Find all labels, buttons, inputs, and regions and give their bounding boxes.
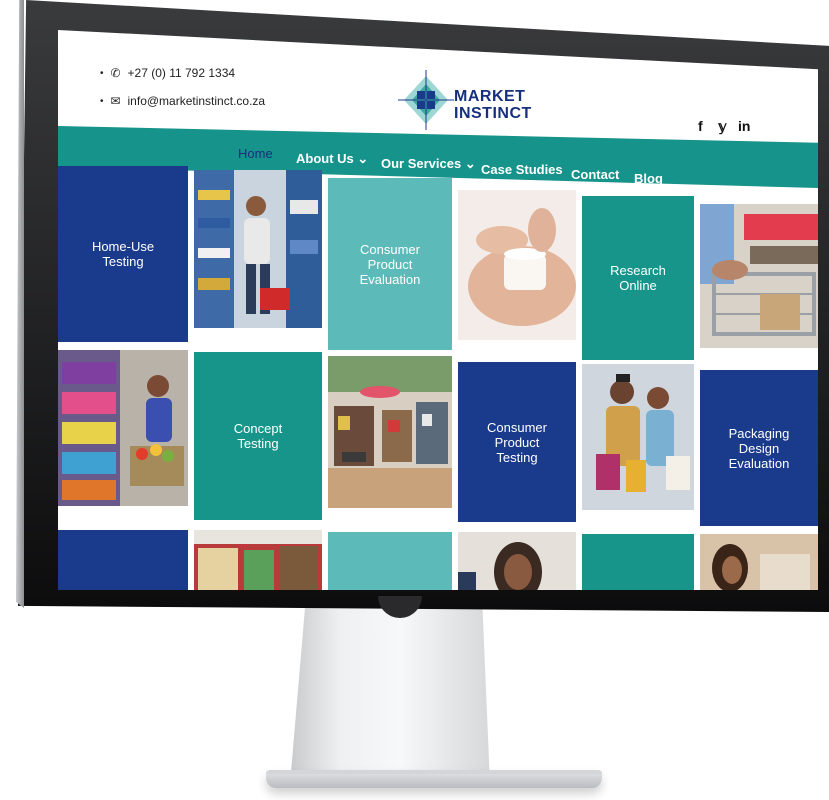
nav-contact[interactable]: Contact <box>571 167 619 182</box>
monitor-stand-neck <box>290 596 490 784</box>
email-address[interactable]: info@marketinstinct.co.za <box>128 94 266 108</box>
tile-research-online[interactable]: Research Online <box>582 196 694 360</box>
phone-contact[interactable]: • ✆ +27 (0) 11 792 1334 <box>100 66 235 80</box>
facebook-icon[interactable]: f <box>698 118 703 134</box>
tile-label: Home-Use Testing <box>91 239 155 269</box>
phone-icon: ✆ <box>110 66 121 80</box>
phone-number[interactable]: +27 (0) 11 792 1334 <box>128 66 236 80</box>
tile-row3-navy[interactable] <box>58 530 188 590</box>
photo-smiling-woman <box>458 532 576 590</box>
tile-label: Concept Testing <box>233 421 283 451</box>
nav-about-us[interactable]: About Us ⌄ <box>296 151 368 167</box>
website-screen: • ✆ +27 (0) 11 792 1334 • ✉ info@marketi… <box>58 30 818 590</box>
market-instinct-logo[interactable]: MARKET INSTINCT <box>398 70 531 136</box>
nav-home[interactable]: Home <box>238 146 273 161</box>
photo-happy-shoppers <box>582 364 694 510</box>
tile-label: Consumer Product Testing <box>487 419 547 465</box>
tile-consumer-product-evaluation[interactable]: Consumer Product Evaluation <box>328 178 452 350</box>
mail-icon: ✉ <box>110 94 121 108</box>
monitor-rim <box>16 0 24 608</box>
nav-our-services[interactable]: Our Services ⌄ <box>381 156 476 172</box>
linkedin-icon[interactable]: in <box>738 118 750 134</box>
bullet: • <box>100 67 104 79</box>
tile-concept-testing[interactable]: Concept Testing <box>194 352 322 520</box>
photo-store-aisle <box>194 530 322 590</box>
email-contact[interactable]: • ✉ info@marketinstinct.co.za <box>100 94 265 108</box>
logo-line-1: MARKET <box>454 88 526 105</box>
logo-line-2: INSTINCT <box>454 105 532 122</box>
tile-consumer-product-testing[interactable]: Consumer Product Testing <box>458 362 576 522</box>
tile-label: Packaging Design Evaluation <box>728 425 790 471</box>
logo-text: MARKET INSTINCT <box>454 88 532 122</box>
photo-woman-shopping-aisle <box>58 350 188 506</box>
tile-label: Research Online <box>610 263 666 293</box>
tile-packaging-design-evaluation[interactable]: Packaging Design Evaluation <box>700 370 818 526</box>
twitter-icon[interactable]: 𝕪 <box>718 118 727 135</box>
photo-shopping-trolley <box>700 204 818 348</box>
nav-case-studies[interactable]: Case Studies <box>481 162 563 177</box>
photo-woman-portrait <box>700 534 818 590</box>
photo-cream-jar <box>458 190 576 340</box>
photo-street-market <box>328 356 452 508</box>
photo-supermarket-shopper <box>194 170 322 328</box>
tile-row3-light-teal[interactable] <box>328 532 452 590</box>
nav-blog[interactable]: Blog <box>634 171 663 186</box>
monitor-stand-base-edge <box>266 770 602 774</box>
tile-row3-teal[interactable] <box>582 534 694 590</box>
bullet: • <box>100 95 104 107</box>
tile-label: Consumer Product Evaluation <box>359 241 421 287</box>
tile-home-use-testing[interactable]: Home-Use Testing <box>58 166 188 342</box>
logo-mark-icon <box>398 70 454 130</box>
